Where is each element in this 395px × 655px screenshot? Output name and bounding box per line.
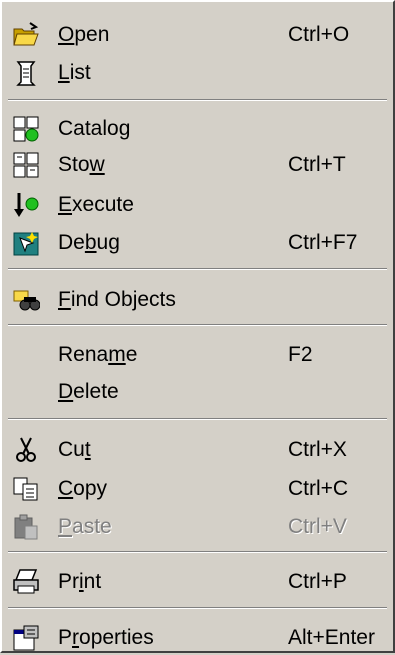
shortcut-label: F2 (288, 343, 313, 366)
menu-item-cut[interactable]: Cut Ctrl+X (8, 433, 387, 467)
menu-separator (8, 551, 387, 553)
menu-item-copy[interactable]: Copy Ctrl+C (8, 472, 387, 506)
printer-icon (12, 568, 40, 596)
shortcut-label: Ctrl+T (288, 153, 346, 176)
menu-item-find-objects[interactable]: Find Objects (8, 283, 387, 317)
menu-separator (8, 607, 387, 609)
menu-item-rename[interactable]: Rename F2 (8, 338, 387, 372)
menu-item-open[interactable]: Open Ctrl+O (8, 18, 387, 52)
menu-item-catalog[interactable]: Catalog (8, 112, 387, 146)
menu-item-properties[interactable]: Properties Alt+Enter (8, 621, 387, 655)
shortcut-label: Alt+Enter (288, 626, 375, 649)
shortcut-label: Ctrl+O (288, 23, 350, 46)
stow-icon (12, 151, 40, 179)
find-objects-icon (12, 286, 40, 314)
menu-item-list[interactable]: List (8, 56, 387, 90)
paste-icon (12, 513, 40, 541)
context-menu: Open Ctrl+O List Catalog Stow Ctrl+T Exe… (0, 0, 395, 653)
debug-icon (12, 229, 40, 257)
shortcut-label: Ctrl+X (288, 438, 347, 461)
menu-item-delete[interactable]: Delete (8, 375, 387, 409)
folder-open-icon (12, 21, 40, 49)
menu-item-stow[interactable]: Stow Ctrl+T (8, 148, 387, 182)
properties-icon (12, 624, 40, 652)
shortcut-label: Ctrl+V (288, 515, 347, 538)
menu-item-print[interactable]: Print Ctrl+P (8, 565, 387, 599)
menu-separator (8, 418, 387, 420)
catalog-icon (12, 115, 40, 143)
menu-separator (8, 324, 387, 326)
shortcut-label: Ctrl+F7 (288, 231, 358, 254)
scissors-icon (12, 436, 40, 464)
menu-item-execute[interactable]: Execute (8, 188, 387, 222)
scroll-list-icon (12, 59, 40, 87)
copy-icon (12, 475, 40, 503)
menu-item-paste[interactable]: Paste Ctrl+V (8, 510, 387, 544)
menu-separator (8, 268, 387, 270)
menu-separator (8, 99, 387, 101)
execute-icon (12, 191, 40, 219)
shortcut-label: Ctrl+C (288, 477, 349, 500)
shortcut-label: Ctrl+P (288, 570, 347, 593)
menu-item-debug[interactable]: Debug Ctrl+F7 (8, 226, 387, 260)
